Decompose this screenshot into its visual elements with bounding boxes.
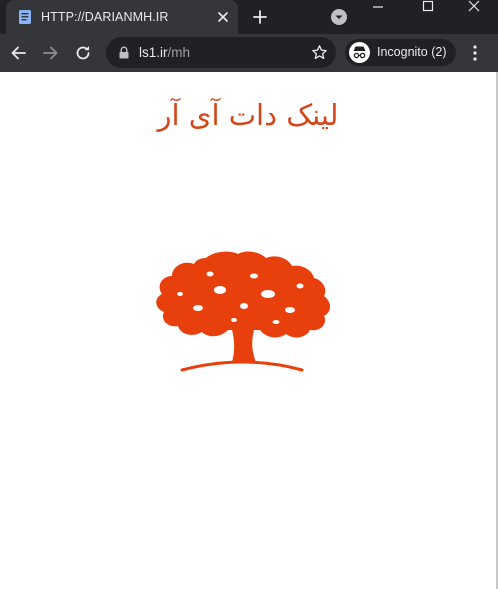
maximize-icon[interactable] [408, 0, 448, 14]
star-icon[interactable] [311, 44, 328, 61]
reload-icon[interactable] [73, 43, 93, 63]
tab-title: HTTP://DARIANMH.IR [41, 10, 169, 24]
arrow-right-icon[interactable] [40, 43, 60, 63]
close-icon[interactable] [217, 11, 229, 23]
window-close-icon[interactable] [454, 0, 494, 14]
plus-icon[interactable] [251, 8, 269, 26]
tree-logo [156, 251, 330, 372]
page-heading: لینک دات آی آر [157, 98, 339, 132]
incognito-icon [349, 42, 370, 63]
incognito-indicator[interactable]: Incognito (2) [345, 39, 456, 66]
tab-search-button[interactable] [331, 9, 347, 25]
arrow-left-icon[interactable] [9, 43, 29, 63]
address-url[interactable]: ls1.ir/mh [139, 45, 190, 60]
kebab-menu-icon[interactable] [470, 44, 480, 62]
document-icon [19, 10, 31, 24]
address-bar[interactable]: ls1.ir/mh [106, 37, 336, 68]
browser-tab[interactable]: HTTP://DARIANMH.IR [6, 0, 238, 34]
incognito-label: Incognito (2) [377, 45, 447, 59]
url-path: /mh [167, 45, 191, 60]
browser-chrome: HTTP://DARIANMH.IR ls1.ir/mh Incognito (… [0, 0, 498, 72]
tab-strip: HTTP://DARIANMH.IR [0, 0, 498, 34]
chevron-down-icon [335, 15, 343, 19]
url-host: ls1.ir [139, 45, 168, 60]
lock-icon[interactable] [118, 46, 130, 59]
minimize-icon[interactable] [358, 0, 398, 14]
browser-toolbar: ls1.ir/mh Incognito (2) [0, 34, 498, 72]
page-viewport: لینک دات آی آر [0, 72, 496, 589]
